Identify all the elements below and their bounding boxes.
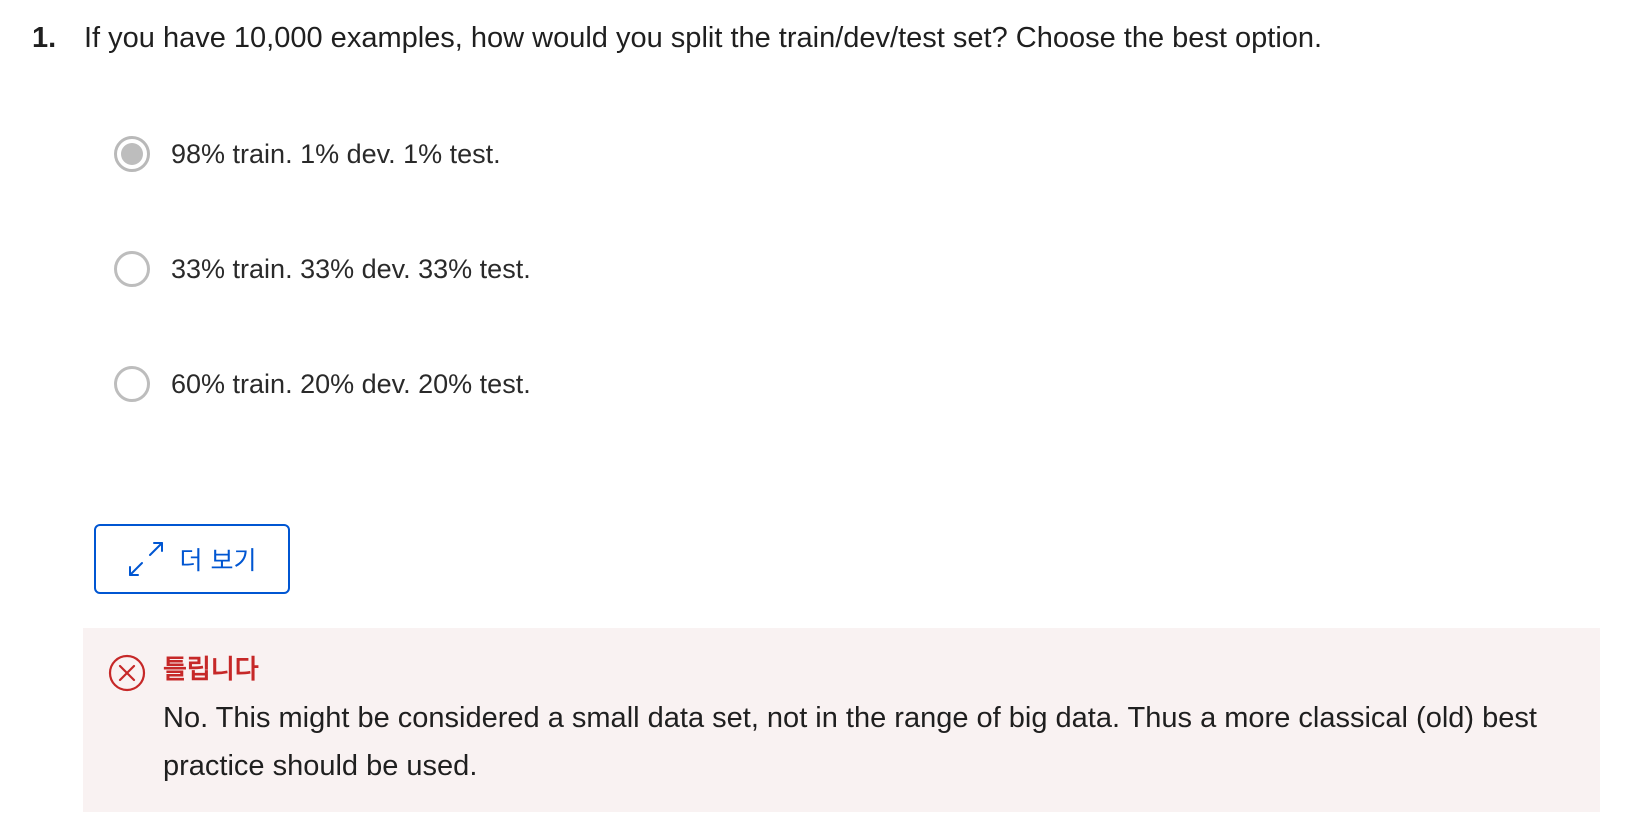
x-circle-icon: [108, 654, 146, 697]
see-more-button[interactable]: 더 보기: [94, 524, 290, 594]
question-number: 1.: [32, 22, 57, 54]
option-60-20-20[interactable]: 60% train. 20% dev. 20% test.: [114, 360, 531, 408]
radio-button[interactable]: [114, 251, 150, 287]
option-label: 60% train. 20% dev. 20% test.: [171, 368, 531, 399]
expand-icon: [128, 541, 164, 577]
feedback-panel: 틀립니다 No. This might be considered a smal…: [83, 628, 1600, 812]
radio-dot: [121, 143, 143, 165]
question-text: If you have 10,000 examples, how would y…: [84, 22, 1323, 54]
radio-button-selected[interactable]: [114, 136, 150, 172]
feedback-message: No. This might be considered a small dat…: [163, 702, 1537, 782]
option-98-1-1[interactable]: 98% train. 1% dev. 1% test.: [114, 130, 531, 178]
radio-button[interactable]: [114, 366, 150, 402]
feedback-status: 틀립니다: [163, 655, 259, 685]
option-label: 33% train. 33% dev. 33% test.: [171, 253, 531, 284]
see-more-label: 더 보기: [179, 546, 257, 575]
answer-options: 98% train. 1% dev. 1% test. 33% train. 3…: [114, 130, 531, 475]
question: 1. If you have 10,000 examples, how woul…: [32, 18, 1322, 58]
option-33-33-33[interactable]: 33% train. 33% dev. 33% test.: [114, 245, 531, 293]
option-label: 98% train. 1% dev. 1% test.: [171, 138, 501, 169]
